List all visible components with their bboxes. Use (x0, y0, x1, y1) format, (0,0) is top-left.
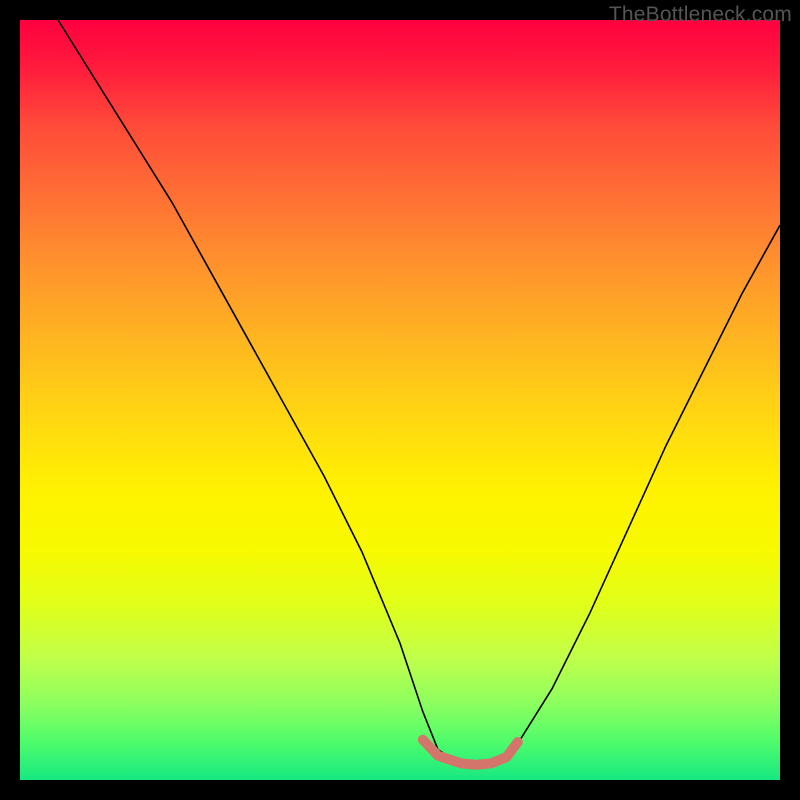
curve-layer (20, 20, 780, 780)
watermark-text: TheBottleneck.com (609, 3, 792, 27)
optimal-range-marker (423, 740, 518, 765)
plot-area (20, 20, 780, 780)
bottleneck-curve (58, 20, 780, 765)
chart-frame: TheBottleneck.com (0, 0, 800, 800)
